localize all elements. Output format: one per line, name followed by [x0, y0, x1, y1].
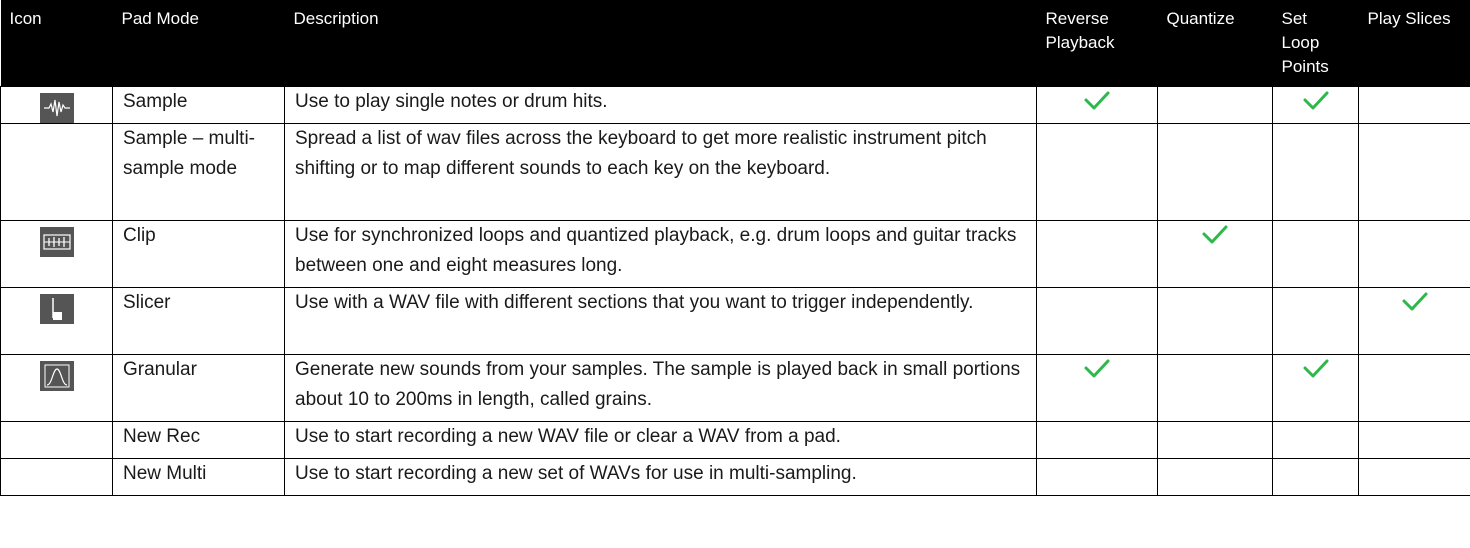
- header-set-loop-points: Set Loop Points: [1272, 0, 1359, 87]
- header-reverse-playback: Reverse Playback: [1036, 0, 1158, 87]
- pad-mode-table: Icon Pad Mode Description Reverse Playba…: [0, 0, 1470, 496]
- play-slices-cell: [1358, 287, 1470, 355]
- pad-mode-name: Slicer: [112, 287, 285, 355]
- pad-mode-description: Spread a list of wav files across the ke…: [284, 123, 1037, 221]
- quantize-cell: [1157, 421, 1273, 459]
- set-loop-points-cell: [1272, 220, 1359, 288]
- quantize-cell: [1157, 220, 1273, 288]
- reverse-playback-cell: [1036, 220, 1158, 288]
- quantize-cell: [1157, 354, 1273, 422]
- quantize-cell: [1157, 123, 1273, 221]
- pad-mode-name: New Rec: [112, 421, 285, 459]
- pad-mode-name: Clip: [112, 220, 285, 288]
- checkmark-icon: [1303, 91, 1328, 110]
- set-loop-points-cell: [1272, 86, 1359, 124]
- header-description: Description: [284, 0, 1037, 87]
- table-row: Granular Generate new sounds from your s…: [0, 354, 1470, 422]
- play-slices-cell: [1358, 458, 1470, 496]
- reverse-playback-cell: [1036, 421, 1158, 459]
- reverse-playback-cell: [1036, 123, 1158, 221]
- header-quantize: Quantize: [1157, 0, 1273, 87]
- checkmark-icon: [1202, 225, 1228, 244]
- header-row: Icon Pad Mode Description Reverse Playba…: [0, 0, 1470, 87]
- granular-icon: [39, 361, 74, 391]
- checkmark-icon: [1303, 359, 1328, 378]
- waveform-icon: [39, 93, 74, 123]
- table-row: New Rec Use to start recording a new WAV…: [0, 421, 1470, 459]
- pad-mode-name: Granular: [112, 354, 285, 422]
- quantize-cell: [1157, 287, 1273, 355]
- quantize-cell: [1157, 86, 1273, 124]
- header-icon: Icon: [0, 0, 113, 87]
- checkmark-icon: [1084, 91, 1110, 110]
- play-slices-cell: [1358, 354, 1470, 422]
- table-row: Sample – multi-sample mode Spread a list…: [0, 123, 1470, 221]
- pad-mode-description: Use for synchronized loops and quantized…: [284, 220, 1037, 288]
- play-slices-cell: [1358, 220, 1470, 288]
- header-pad-mode: Pad Mode: [112, 0, 285, 87]
- play-slices-cell: [1358, 86, 1470, 124]
- set-loop-points-cell: [1272, 354, 1359, 422]
- play-slices-cell: [1358, 123, 1470, 221]
- quantize-cell: [1157, 458, 1273, 496]
- pad-mode-description: Use to start recording a new WAV file or…: [284, 421, 1037, 459]
- header-play-slices: Play Slices: [1358, 0, 1470, 87]
- table-row: New Multi Use to start recording a new s…: [0, 458, 1470, 496]
- pad-mode-description: Use to play single notes or drum hits.: [284, 86, 1037, 124]
- reverse-playback-cell: [1036, 86, 1158, 124]
- table-row: Clip Use for synchronized loops and quan…: [0, 220, 1470, 288]
- pad-mode-name: Sample: [112, 86, 285, 124]
- set-loop-points-cell: [1272, 421, 1359, 459]
- pad-mode-description: Generate new sounds from your samples. T…: [284, 354, 1037, 422]
- reverse-playback-cell: [1036, 458, 1158, 496]
- set-loop-points-cell: [1272, 123, 1359, 221]
- reverse-playback-cell: [1036, 287, 1158, 355]
- set-loop-points-cell: [1272, 287, 1359, 355]
- reverse-playback-cell: [1036, 354, 1158, 422]
- pad-mode-description: Use with a WAV file with different secti…: [284, 287, 1037, 355]
- pad-mode-name: New Multi: [112, 458, 285, 496]
- clip-icon: [39, 227, 74, 257]
- pad-mode-description: Use to start recording a new set of WAVs…: [284, 458, 1037, 496]
- set-loop-points-cell: [1272, 458, 1359, 496]
- checkmark-icon: [1402, 292, 1427, 311]
- table-row: Slicer Use with a WAV file with differen…: [0, 287, 1470, 355]
- slicer-icon: [39, 294, 74, 324]
- checkmark-icon: [1084, 359, 1110, 378]
- table-row: Sample Use to play single notes or drum …: [0, 86, 1470, 124]
- pad-mode-name: Sample – multi-sample mode: [112, 123, 285, 221]
- play-slices-cell: [1358, 421, 1470, 459]
